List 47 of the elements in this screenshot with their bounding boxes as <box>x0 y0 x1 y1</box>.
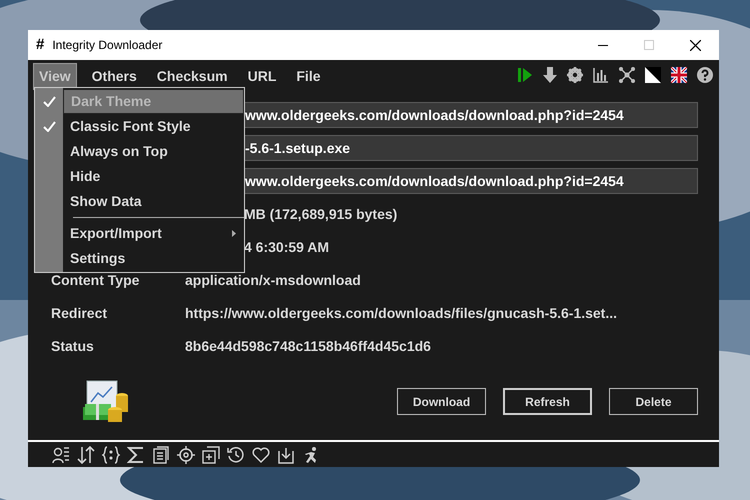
detail-value: application/x-msdownload <box>185 271 361 290</box>
text-field[interactable]: www.oldergeeks.com/downloads/download.php?id=2454 <box>242 102 698 128</box>
detail-label: Redirect <box>51 304 108 323</box>
menu-bar-item[interactable]: Checksum <box>152 63 233 90</box>
menu-bar-item[interactable]: File <box>291 63 326 90</box>
action-button[interactable]: Delete <box>609 388 698 415</box>
detail-value: MB (172,689,915 bytes) <box>244 205 398 224</box>
contrast-icon[interactable] <box>645 67 661 83</box>
menu-bar-item[interactable]: URL <box>242 63 282 90</box>
history-icon[interactable] <box>227 446 245 464</box>
braces-icon[interactable] <box>102 446 120 464</box>
sigma-icon[interactable] <box>127 446 145 464</box>
menu-item[interactable]: Hide <box>63 164 244 189</box>
download-box-icon[interactable] <box>277 446 295 464</box>
menu-bar-item[interactable]: Others <box>86 63 142 90</box>
app-icon: # <box>36 34 44 56</box>
uk-flag-icon[interactable] <box>671 67 687 83</box>
network-icon[interactable] <box>619 67 635 83</box>
close-icon[interactable] <box>690 40 701 50</box>
text-field[interactable]: www.oldergeeks.com/downloads/download.php?id=2454 <box>242 168 698 194</box>
detail-value: https://www.oldergeeks.com/downloads/files/gnucash-5.6-1.set... <box>185 304 618 323</box>
play-icon[interactable] <box>517 67 533 83</box>
bar-chart-icon[interactable] <box>593 67 609 83</box>
detail-label: Content Type <box>51 271 140 290</box>
help-icon[interactable] <box>697 67 713 83</box>
menu-item[interactable]: Classic Font Style <box>63 114 244 139</box>
swap-arrows-icon[interactable] <box>77 446 95 464</box>
menu-item[interactable]: Export/Import <box>63 221 244 246</box>
crosshair-icon[interactable] <box>177 446 195 464</box>
detail-value: 4 6:30:59 AM <box>244 238 330 257</box>
document-icon[interactable] <box>152 446 170 464</box>
window-title: Integrity Downloader <box>52 37 162 54</box>
heart-icon[interactable] <box>252 446 270 464</box>
action-button[interactable]: Download <box>397 388 486 415</box>
money-chart-icon <box>82 380 128 424</box>
detail-label: Status <box>51 337 95 356</box>
text-field[interactable]: -5.6-1.setup.exe <box>242 135 698 161</box>
settings-icon[interactable] <box>567 67 583 83</box>
add-copy-icon[interactable] <box>202 446 220 464</box>
detail-value: 8b6e44d598c748c1158b46ff4d45c1d6 <box>185 337 431 356</box>
menu-item[interactable]: Always on Top <box>63 139 244 164</box>
download-arrow-icon[interactable] <box>543 67 557 83</box>
menu-item[interactable]: Settings <box>63 246 244 271</box>
minimize-icon[interactable] <box>598 44 608 46</box>
action-button[interactable]: Refresh <box>503 388 592 415</box>
menu-item[interactable]: Show Data <box>63 189 244 214</box>
person-list-icon[interactable] <box>52 446 70 464</box>
